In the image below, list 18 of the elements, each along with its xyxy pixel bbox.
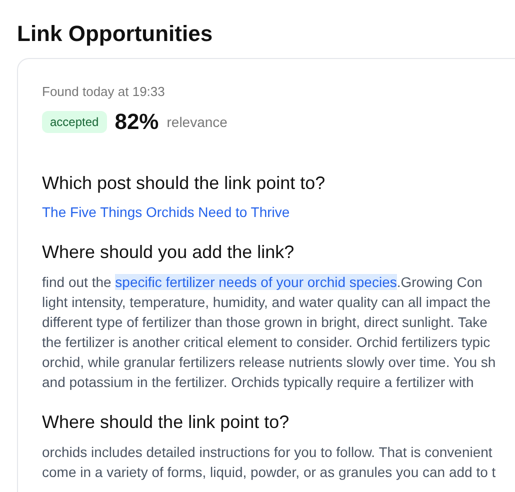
excerpt-line: the fertilizer is another critical element to consider. Orchid fertilizers typic xyxy=(42,333,490,352)
excerpt-line: different type of fertilizer than those grown in bright, direct sunlight. Take xyxy=(42,313,488,332)
status-badge: accepted xyxy=(42,111,107,133)
section-heading: Where should the link point to? xyxy=(42,411,290,434)
excerpt-line: orchid, while granular fertilizers release nutrients slowly over time. You sh xyxy=(42,353,496,372)
page-title: Link Opportunities xyxy=(17,20,213,48)
excerpt-line: orchids includes detailed instructions for you to follow. That is convenient xyxy=(42,443,492,462)
excerpt-line: find out the specific fertilizer needs of your orchid species.Growing Con xyxy=(42,273,482,292)
excerpt-line: come in a variety of forms, liquid, powder, or as granules you can add to t xyxy=(42,463,496,482)
excerpt-line: and potassium in the fertilizer. Orchids typically require a fertilizer with xyxy=(42,373,474,392)
relevance-score: 82% xyxy=(114,109,159,135)
found-time: Found today at 19:33 xyxy=(42,83,165,101)
section-heading: Where should you add the link? xyxy=(42,241,294,264)
section-heading: Which post should the link point to? xyxy=(42,172,326,195)
excerpt-line: light intensity, temperature, humidity, and water quality can all impact the xyxy=(42,293,490,312)
post-link[interactable]: The Five Things Orchids Need to Thrive xyxy=(42,202,290,222)
relevance-label: relevance xyxy=(166,113,228,131)
highlighted-anchor-text[interactable]: specific fertilizer needs of your orchid species xyxy=(115,274,397,290)
